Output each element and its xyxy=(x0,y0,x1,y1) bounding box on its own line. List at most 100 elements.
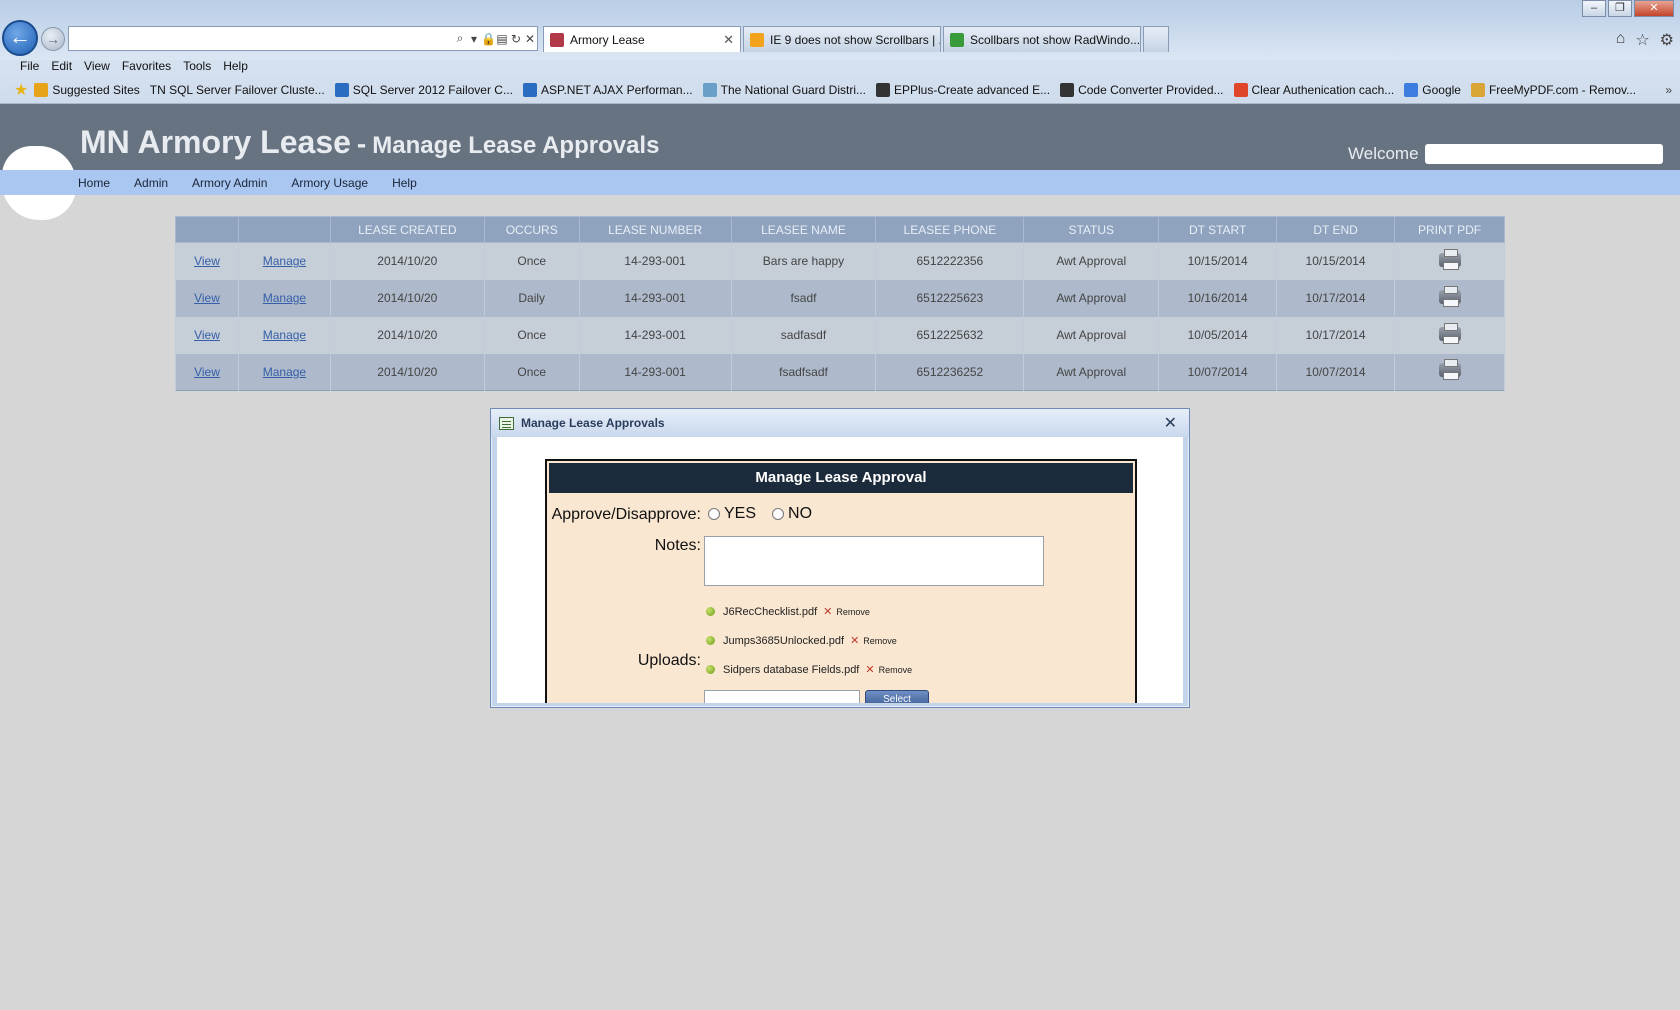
no-option[interactable]: NO xyxy=(772,505,812,523)
view-link[interactable]: View xyxy=(194,365,220,379)
close-window-icon[interactable]: ✕ xyxy=(1634,0,1674,17)
forward-arrow-icon[interactable]: → xyxy=(41,27,65,51)
printer-icon[interactable] xyxy=(1438,248,1461,270)
favorites-star-icon[interactable]: ☆ xyxy=(1635,30,1649,50)
menu-edit[interactable]: Edit xyxy=(45,56,78,76)
nav-armory-usage[interactable]: Armory Usage xyxy=(279,176,380,190)
back-arrow-icon[interactable]: ← xyxy=(2,20,38,56)
view-link[interactable]: View xyxy=(194,291,220,305)
menu-file[interactable]: File xyxy=(14,56,45,76)
remove-x-icon[interactable]: ✕ xyxy=(865,663,874,676)
remove-link[interactable]: Remove xyxy=(879,665,913,675)
favorite-link[interactable]: Clear Authenication cach... xyxy=(1233,83,1394,97)
table-row: View Manage 2014/10/20 Once 14-293-001 f… xyxy=(175,353,1505,391)
tab-favicon-icon xyxy=(750,32,764,47)
home-icon[interactable]: ⌂ xyxy=(1616,30,1626,50)
favorite-link[interactable]: SQL Server 2012 Failover C... xyxy=(334,83,513,97)
nav-admin[interactable]: Admin xyxy=(122,176,180,190)
modal-titlebar[interactable]: Manage Lease Approvals ✕ xyxy=(491,409,1189,437)
approve-radio-group: YES NO xyxy=(708,505,828,523)
col-header-leasee-phone[interactable]: LEASEE PHONE xyxy=(875,216,1025,243)
favorites-overflow-icon[interactable]: » xyxy=(1665,83,1672,97)
window-controls: – ❐ ✕ xyxy=(1582,0,1674,17)
yes-option[interactable]: YES xyxy=(708,505,756,523)
new-tab-button[interactable] xyxy=(1143,26,1169,52)
nav-armory-admin[interactable]: Armory Admin xyxy=(180,176,279,190)
tab-close-icon[interactable]: ✕ xyxy=(717,32,734,48)
tab-label: IE 9 does not show Scrollbars | ... xyxy=(770,32,941,47)
manage-link[interactable]: Manage xyxy=(263,365,306,379)
dropdown-icon[interactable]: ▾ xyxy=(467,32,481,46)
menu-tools[interactable]: Tools xyxy=(177,56,217,76)
favorite-link[interactable]: ASP.NET AJAX Performan... xyxy=(522,83,693,97)
yes-radio[interactable] xyxy=(708,508,720,520)
favorite-label: FreeMyPDF.com - Remov... xyxy=(1488,83,1637,97)
favorite-link[interactable]: EPPlus-Create advanced E... xyxy=(876,83,1050,97)
search-icon[interactable]: ⌕ xyxy=(453,31,467,46)
app-title-separator: - xyxy=(356,128,367,159)
lease-created-cell: 2014/10/20 xyxy=(329,279,485,317)
tab-radwindow-scrollbars[interactable]: Scollbars not show RadWindo... xyxy=(943,26,1141,52)
remove-link[interactable]: Remove xyxy=(863,636,897,646)
window-list-icon xyxy=(499,416,514,430)
occurs-cell: Once xyxy=(483,242,580,280)
no-radio[interactable] xyxy=(772,508,785,520)
nav-home[interactable]: Home xyxy=(66,176,122,190)
address-bar[interactable]: ⌕ ▾ 🔒 ▤ ↻ ✕ xyxy=(68,26,538,51)
col-header-occurs[interactable]: OCCURS xyxy=(483,216,580,243)
tab-ie9-scrollbars[interactable]: IE 9 does not show Scrollbars | ... xyxy=(743,26,941,52)
favorites-star-icon[interactable]: ★ xyxy=(14,80,28,100)
compat-view-icon[interactable]: ▤ xyxy=(495,32,509,46)
favorite-link[interactable]: Google xyxy=(1404,83,1461,97)
manage-link[interactable]: Manage xyxy=(263,291,306,305)
upload-success-icon xyxy=(706,665,715,674)
tab-favicon-icon xyxy=(950,32,964,47)
col-header-dt-start[interactable]: DT START xyxy=(1158,216,1278,243)
favorite-link[interactable]: The National Guard Distri... xyxy=(702,83,866,97)
col-header-lease-number[interactable]: LEASE NUMBER xyxy=(578,216,732,243)
tab-favicon-icon xyxy=(550,32,564,47)
dt-start-cell: 10/07/2014 xyxy=(1158,353,1278,391)
settings-gear-icon[interactable]: ⚙ xyxy=(1660,30,1674,50)
manage-link[interactable]: Manage xyxy=(263,328,306,342)
printer-icon[interactable] xyxy=(1438,359,1461,381)
dt-end-cell: 10/17/2014 xyxy=(1276,316,1396,354)
menu-favorites[interactable]: Favorites xyxy=(116,56,177,76)
view-link[interactable]: View xyxy=(194,328,220,342)
notes-textarea[interactable] xyxy=(704,536,1044,586)
notes-label: Notes: xyxy=(654,537,701,554)
upload-item: Sidpers database Fields.pdf ✕ Remove xyxy=(706,663,912,676)
tab-armory-lease[interactable]: Armory Lease ✕ xyxy=(543,26,741,52)
dt-end-cell: 10/17/2014 xyxy=(1276,279,1396,317)
favorite-link[interactable]: TN SQL Server Failover Cluste... xyxy=(150,83,325,97)
col-header-status[interactable]: STATUS xyxy=(1023,216,1160,243)
lease-created-cell: 2014/10/20 xyxy=(329,353,485,391)
favorite-icon xyxy=(34,83,49,97)
menu-view[interactable]: View xyxy=(78,56,116,76)
favorite-link[interactable]: FreeMyPDF.com - Remov... xyxy=(1470,83,1637,97)
favorite-link[interactable]: Code Converter Provided... xyxy=(1060,83,1224,97)
col-header-leasee-name[interactable]: LEASEE NAME xyxy=(730,216,877,243)
col-header-dt-end[interactable]: DT END xyxy=(1276,216,1396,243)
view-link[interactable]: View xyxy=(194,254,220,268)
refresh-icon[interactable]: ↻ xyxy=(509,32,523,46)
col-header-lease-created[interactable]: LEASE CREATED xyxy=(329,216,485,243)
remove-link[interactable]: Remove xyxy=(836,607,870,617)
stop-icon[interactable]: ✕ xyxy=(523,32,537,46)
file-path-input[interactable] xyxy=(704,690,860,703)
printer-icon[interactable] xyxy=(1438,322,1461,344)
nav-help[interactable]: Help xyxy=(380,176,429,190)
remove-x-icon[interactable]: ✕ xyxy=(823,605,832,618)
upload-success-icon xyxy=(706,636,715,645)
printer-icon[interactable] xyxy=(1438,285,1461,307)
remove-x-icon[interactable]: ✕ xyxy=(850,634,859,647)
menu-help[interactable]: Help xyxy=(217,56,254,76)
favorite-link[interactable]: Suggested Sites xyxy=(34,83,140,97)
browser-toolbar-icons: ⌂ ☆ ⚙ xyxy=(1616,30,1674,50)
manage-link[interactable]: Manage xyxy=(263,254,306,268)
close-icon[interactable]: ✕ xyxy=(1164,413,1177,433)
restore-icon[interactable]: ❐ xyxy=(1608,0,1632,17)
select-file-button[interactable]: Select xyxy=(865,690,929,703)
minimize-icon[interactable]: – xyxy=(1582,0,1606,17)
occurs-cell: Once xyxy=(483,316,580,354)
